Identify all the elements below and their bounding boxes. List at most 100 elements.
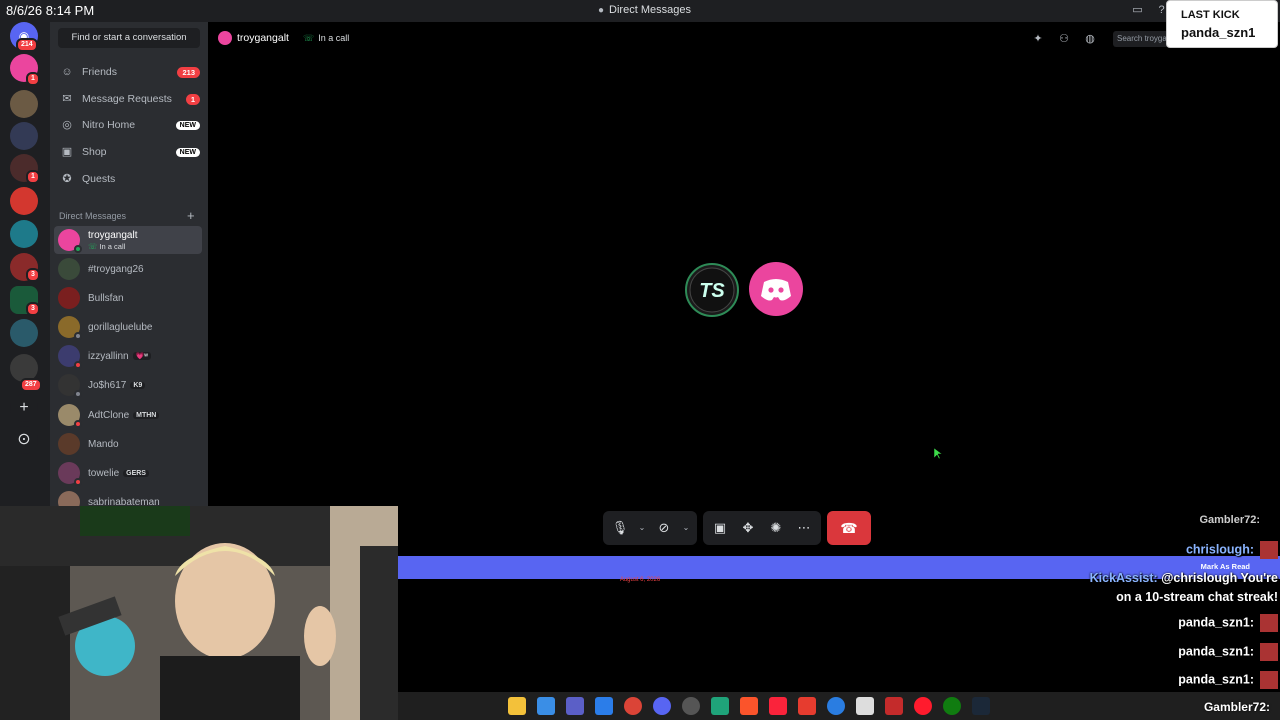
phone-icon: ☏ xyxy=(303,33,315,43)
dm-item[interactable]: Jo$h617 K9 xyxy=(54,371,202,399)
call-status-text: In a call xyxy=(318,33,350,43)
avatar xyxy=(58,287,80,309)
soundboard-icon[interactable]: ✺ xyxy=(765,517,787,539)
hang-up-button[interactable]: ☎ xyxy=(827,511,871,545)
mark-as-read-button[interactable]: Mark As Read xyxy=(1201,562,1250,571)
music-icon[interactable] xyxy=(769,697,787,715)
compass-icon: ⊙ xyxy=(17,431,31,448)
shop-icon: ▣ xyxy=(61,146,73,158)
friends-icon: ☺ xyxy=(61,66,73,78)
chat-avatar xyxy=(1260,643,1278,661)
help-icon[interactable] xyxy=(827,697,845,715)
chevron-down-icon[interactable]: ⌄ xyxy=(681,517,691,539)
app-icon[interactable] xyxy=(682,697,700,715)
dm-item[interactable]: AdtClone MTHN xyxy=(54,401,202,429)
chevron-down-icon[interactable]: ⌄ xyxy=(637,517,647,539)
add-server-button[interactable]: + xyxy=(10,394,38,422)
file-explorer-icon[interactable] xyxy=(508,697,526,715)
microphone-icon[interactable]: 🎙 xyxy=(609,517,631,539)
dm-item[interactable]: sabrinabateman xyxy=(54,488,202,506)
nav-message-requests[interactable]: ✉ Message Requests 1 xyxy=(54,87,204,111)
chat-message: chrislough: xyxy=(1186,541,1278,559)
chat-message: on a 10-stream chat streak! xyxy=(1116,590,1278,604)
dm-item[interactable]: gorillagluelube xyxy=(54,313,202,341)
dm-item[interactable]: #troygang26 xyxy=(54,255,202,283)
status-dot xyxy=(74,361,82,369)
window-title-text: Direct Messages xyxy=(609,4,691,16)
server-icon[interactable] xyxy=(10,220,38,248)
chat-user: panda_szn1: xyxy=(1178,615,1254,630)
requests-badge: 1 xyxy=(185,93,200,105)
create-dm-plus-icon[interactable]: + xyxy=(187,208,195,223)
mail-icon: ✉ xyxy=(62,93,72,105)
nav-label: Shop xyxy=(82,146,107,158)
dm-name: Mando xyxy=(88,438,119,450)
xbox-icon[interactable] xyxy=(943,697,961,715)
dm-item[interactable]: izzyallinn 💗ʷ xyxy=(54,342,202,370)
chat-footer-user: Gambler72: xyxy=(1203,700,1270,714)
activities-icon[interactable]: ✥ xyxy=(737,517,759,539)
avatar xyxy=(58,404,82,428)
quests-icon: ✪ xyxy=(62,173,72,185)
nav-friends[interactable]: ☺ Friends 213 xyxy=(54,60,204,84)
dm-item-troygangalt[interactable]: troygangalt ☏ In a call xyxy=(54,226,202,254)
store-icon[interactable] xyxy=(595,697,613,715)
add-friends-icon[interactable]: ⚇ xyxy=(1057,32,1071,46)
server-icon[interactable] xyxy=(10,90,38,118)
server-badge: 1 xyxy=(26,170,40,184)
clock-text: 8/6/26 8:14 PM xyxy=(6,3,95,18)
taskbar xyxy=(398,692,1280,720)
dm-item[interactable]: Mando xyxy=(54,430,202,458)
mouse-cursor-icon xyxy=(934,448,943,460)
teams-icon[interactable] xyxy=(566,697,584,715)
more-icon[interactable]: ⋯ xyxy=(793,517,815,539)
nav-quests[interactable]: ✪ Quests xyxy=(54,167,204,191)
dm-sidebar: Find or start a conversation ☺ Friends 2… xyxy=(50,22,208,506)
app-icon[interactable] xyxy=(856,697,874,715)
screenshare-icon[interactable]: ▣ xyxy=(709,517,731,539)
copilot-icon[interactable] xyxy=(537,697,555,715)
chat-avatar xyxy=(1260,541,1278,559)
dm-item[interactable]: Bullsfan xyxy=(54,284,202,312)
nav-nitro-home[interactable]: ◎ Nitro Home NEW xyxy=(54,113,204,137)
server-badge: 287 xyxy=(20,378,42,392)
dm-item[interactable]: towelie GERS xyxy=(54,459,202,487)
status-dot xyxy=(74,245,82,253)
app-icon[interactable] xyxy=(711,697,729,715)
chrome-icon[interactable] xyxy=(624,697,642,715)
discord-icon[interactable] xyxy=(653,697,671,715)
nav-label: Quests xyxy=(82,173,116,185)
avatar xyxy=(58,229,82,253)
status-dot xyxy=(74,332,82,340)
server-badge: 1 xyxy=(26,72,40,86)
nav-shop[interactable]: ▣ Shop NEW xyxy=(54,140,204,164)
last-kick-name: panda_szn1 xyxy=(1181,25,1256,40)
chat-user: panda_szn1: xyxy=(1178,644,1254,659)
camera-off-icon[interactable]: ⊘ xyxy=(653,517,675,539)
dm-name: #troygang26 xyxy=(88,263,144,275)
last-kick-widget: LAST KICK panda_szn1 xyxy=(1166,0,1278,48)
search-input[interactable]: Search troygangalt xyxy=(1113,31,1173,47)
discover-button[interactable]: ⊙ xyxy=(10,426,38,454)
chat-avatar xyxy=(1260,671,1278,689)
participant-avatar[interactable]: TS xyxy=(685,263,739,317)
participant-avatar[interactable] xyxy=(749,262,803,316)
dm-status-text: In a call xyxy=(99,241,126,251)
avatar xyxy=(58,258,80,280)
server-icon[interactable] xyxy=(10,187,38,215)
steam-icon[interactable] xyxy=(972,697,990,715)
dm-name: troygangalt xyxy=(88,229,138,241)
chat-user: panda_szn1: xyxy=(1178,672,1254,687)
call-username[interactable]: troygangalt xyxy=(237,32,289,44)
opera-icon[interactable] xyxy=(914,697,932,715)
server-icon[interactable] xyxy=(10,319,38,347)
pin-icon[interactable]: ✦ xyxy=(1031,32,1045,46)
server-icon[interactable] xyxy=(10,122,38,150)
avatar xyxy=(58,316,82,340)
brave-icon[interactable] xyxy=(740,697,758,715)
find-conversation-button[interactable]: Find or start a conversation xyxy=(58,28,200,48)
profile-icon[interactable]: ◍ xyxy=(1083,32,1097,46)
app-icon[interactable] xyxy=(885,697,903,715)
app-icon[interactable] xyxy=(798,697,816,715)
inbox-icon[interactable]: ▭ xyxy=(1131,4,1144,17)
